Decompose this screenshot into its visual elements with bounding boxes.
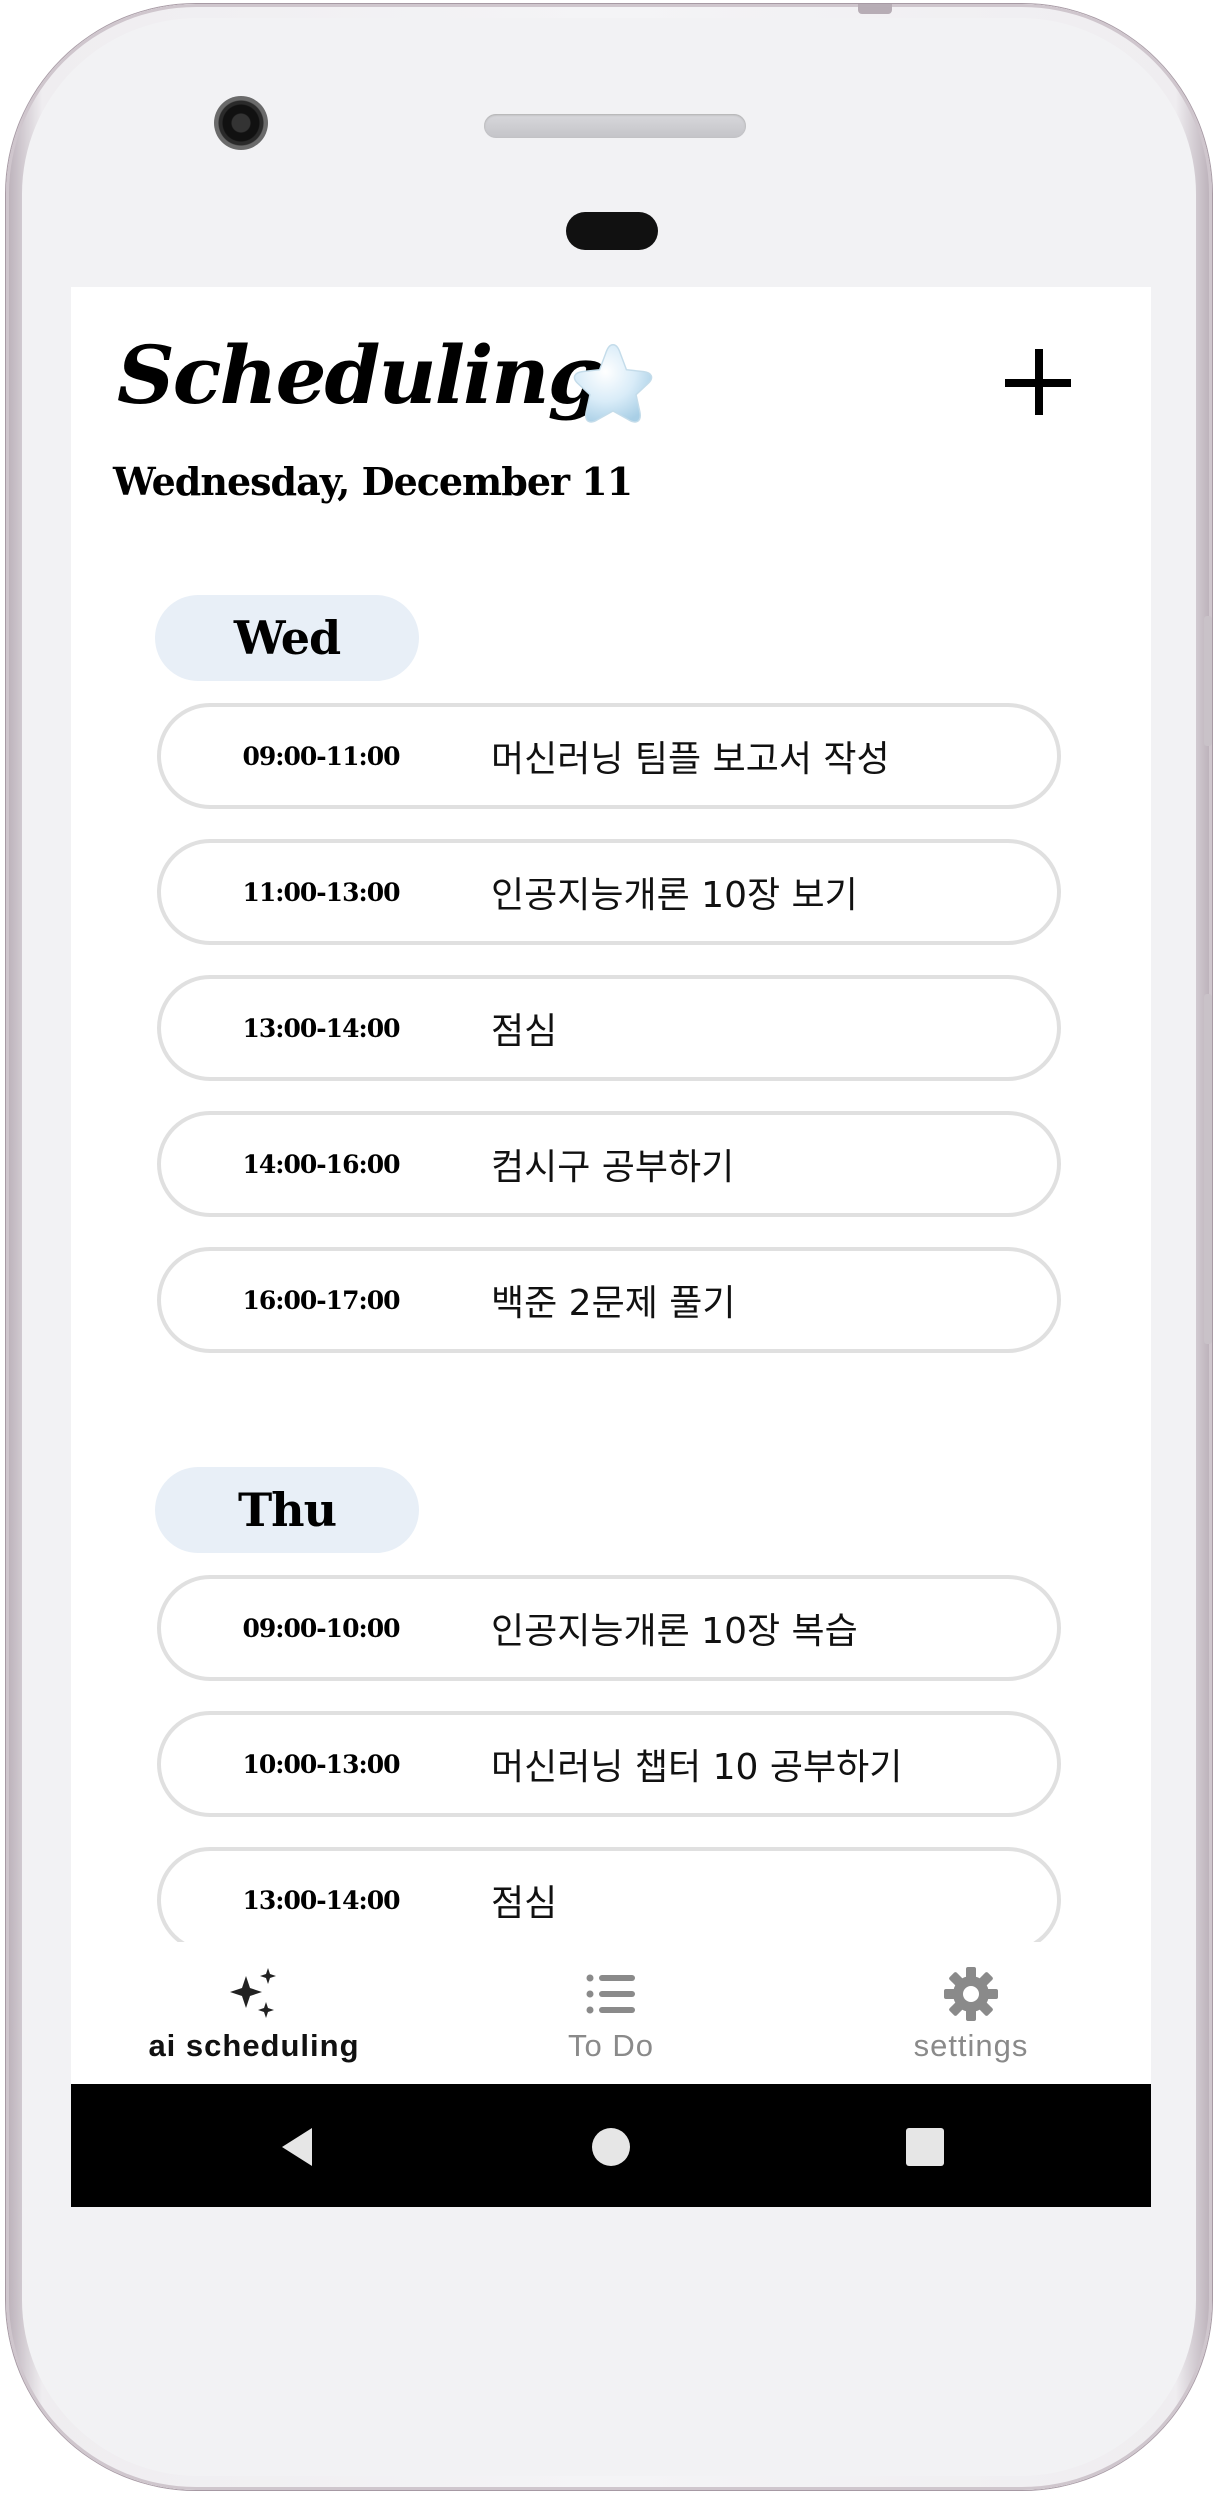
back-icon[interactable] bbox=[274, 2122, 324, 2172]
schedule-slot[interactable]: 14:00-16:00 컴시구 공부하기 bbox=[157, 1111, 1061, 1217]
earpiece-speaker bbox=[484, 114, 746, 138]
nav-label: settings bbox=[913, 2028, 1029, 2063]
slot-task: 머신러닝 챕터 10 공부하기 bbox=[491, 1747, 903, 1788]
recents-icon[interactable] bbox=[900, 2122, 950, 2172]
bottom-navigation: ai scheduling To Do settings bbox=[71, 1942, 1151, 2084]
slot-task: 머신러닝 팀플 보고서 작성 bbox=[491, 739, 890, 780]
add-schedule-button[interactable] bbox=[1001, 345, 1077, 421]
sparkles-icon bbox=[230, 1968, 276, 2018]
slot-time: 09:00-10:00 bbox=[242, 1613, 401, 1643]
nav-label: ai scheduling bbox=[148, 2028, 360, 2063]
slot-task: 백준 2문제 풀기 bbox=[491, 1283, 736, 1324]
schedule-slot[interactable]: 11:00-13:00 인공지능개론 10장 보기 bbox=[157, 839, 1061, 945]
slot-time: 10:00-13:00 bbox=[242, 1749, 401, 1779]
current-date: Wednesday, December 11 bbox=[113, 459, 633, 504]
system-navigation-bar bbox=[71, 2084, 1151, 2207]
phone-top-button bbox=[858, 4, 892, 14]
day-chip-wed: Wed bbox=[155, 595, 419, 681]
schedule-slot[interactable]: 09:00-10:00 인공지능개론 10장 복습 bbox=[157, 1575, 1061, 1681]
schedule-scroll-area[interactable]: Scheduling Wednesday, December 11 Wed 09… bbox=[71, 287, 1151, 1942]
nav-item-ai-scheduling[interactable]: ai scheduling bbox=[104, 1942, 404, 2084]
schedule-slot[interactable]: 16:00-17:00 백준 2문제 풀기 bbox=[157, 1247, 1061, 1353]
nav-label: To Do bbox=[568, 2028, 654, 2063]
slot-time: 11:00-13:00 bbox=[242, 877, 401, 907]
slot-task: 점심 bbox=[491, 1883, 558, 1924]
front-camera bbox=[214, 96, 268, 150]
day-chip-thu: Thu bbox=[155, 1467, 419, 1553]
slot-task: 인공지능개론 10장 복습 bbox=[491, 1611, 858, 1652]
nav-item-todo[interactable]: To Do bbox=[461, 1942, 761, 2084]
slot-time: 16:00-17:00 bbox=[242, 1285, 401, 1315]
star-icon bbox=[573, 344, 653, 423]
phone-frame: Scheduling Wednesday, December 11 Wed 09… bbox=[6, 4, 1212, 2490]
home-icon[interactable] bbox=[586, 2122, 636, 2172]
slot-time: 13:00-14:00 bbox=[242, 1013, 401, 1043]
slot-task: 점심 bbox=[491, 1011, 558, 1052]
nav-item-settings[interactable]: settings bbox=[821, 1942, 1121, 2084]
slot-task: 인공지능개론 10장 보기 bbox=[491, 875, 858, 916]
schedule-slot[interactable]: 13:00-14:00 점심 bbox=[157, 1847, 1061, 1942]
page-title: Scheduling bbox=[117, 328, 604, 422]
proximity-sensor bbox=[566, 212, 658, 250]
slot-time: 14:00-16:00 bbox=[242, 1149, 401, 1179]
gear-icon bbox=[944, 1967, 998, 2021]
list-icon bbox=[586, 1974, 635, 2014]
power-button bbox=[1204, 616, 1212, 746]
slot-time: 09:00-11:00 bbox=[242, 741, 401, 771]
schedule-slot[interactable]: 13:00-14:00 점심 bbox=[157, 975, 1061, 1081]
volume-button bbox=[1204, 994, 1212, 1344]
schedule-slot[interactable]: 10:00-13:00 머신러닝 챕터 10 공부하기 bbox=[157, 1711, 1061, 1817]
slot-task: 컴시구 공부하기 bbox=[491, 1147, 735, 1188]
slot-time: 13:00-14:00 bbox=[242, 1885, 401, 1915]
app-screen: Scheduling Wednesday, December 11 Wed 09… bbox=[71, 287, 1151, 2207]
schedule-slot[interactable]: 09:00-11:00 머신러닝 팀플 보고서 작성 bbox=[157, 703, 1061, 809]
